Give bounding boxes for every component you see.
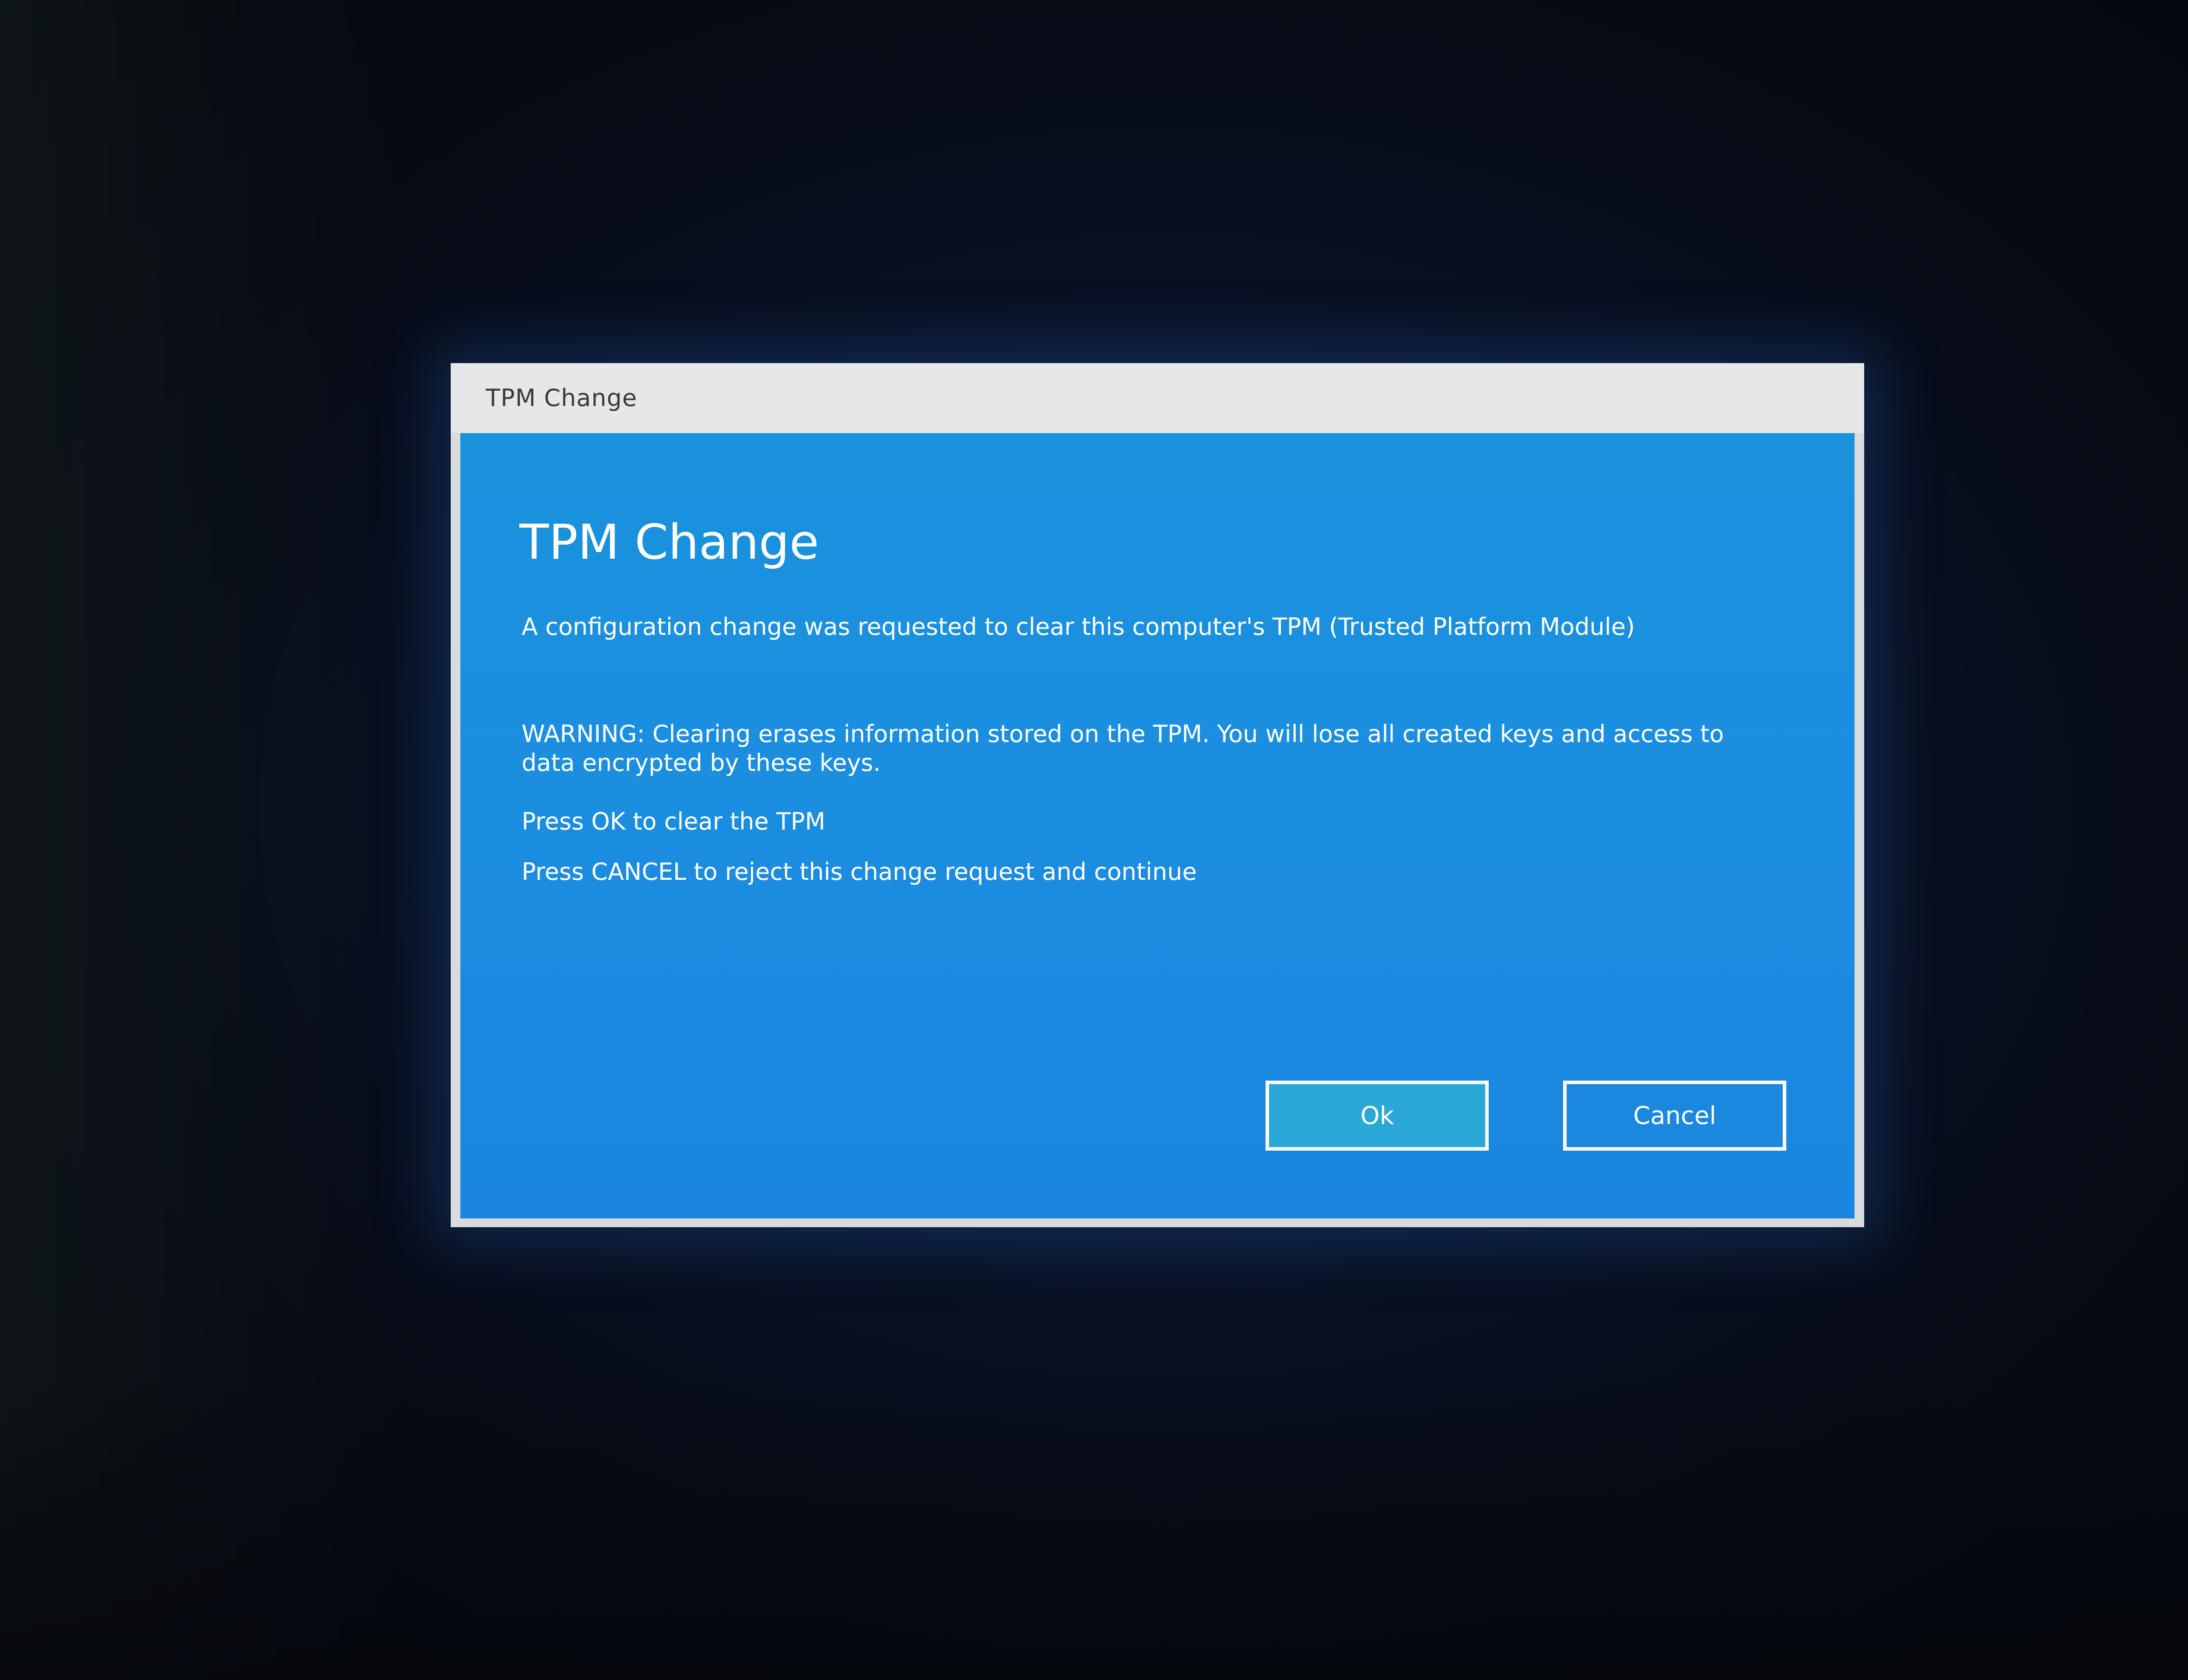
cancel-button[interactable]: Cancel	[1563, 1081, 1786, 1151]
cancel-instruction-text: Press CANCEL to reject this change reque…	[522, 858, 1197, 886]
warning-text: WARNING: Clearing erases information sto…	[522, 720, 1724, 777]
window-title: TPM Change	[486, 384, 638, 412]
cancel-button-label: Cancel	[1633, 1101, 1716, 1130]
dialog-content: TPM Change A configuration change was re…	[460, 433, 1855, 1218]
config-change-text: A configuration change was requested to …	[522, 613, 1635, 640]
background-shadow	[0, 1374, 2188, 1680]
tpm-change-window: TPM Change TPM Change A configuration ch…	[451, 363, 1864, 1227]
ok-button-label: Ok	[1360, 1101, 1394, 1130]
dialog-heading: TPM Change	[519, 514, 819, 570]
ok-instruction-text: Press OK to clear the TPM	[522, 808, 826, 835]
ok-button[interactable]: Ok	[1266, 1081, 1489, 1151]
window-titlebar: TPM Change	[451, 363, 1864, 433]
